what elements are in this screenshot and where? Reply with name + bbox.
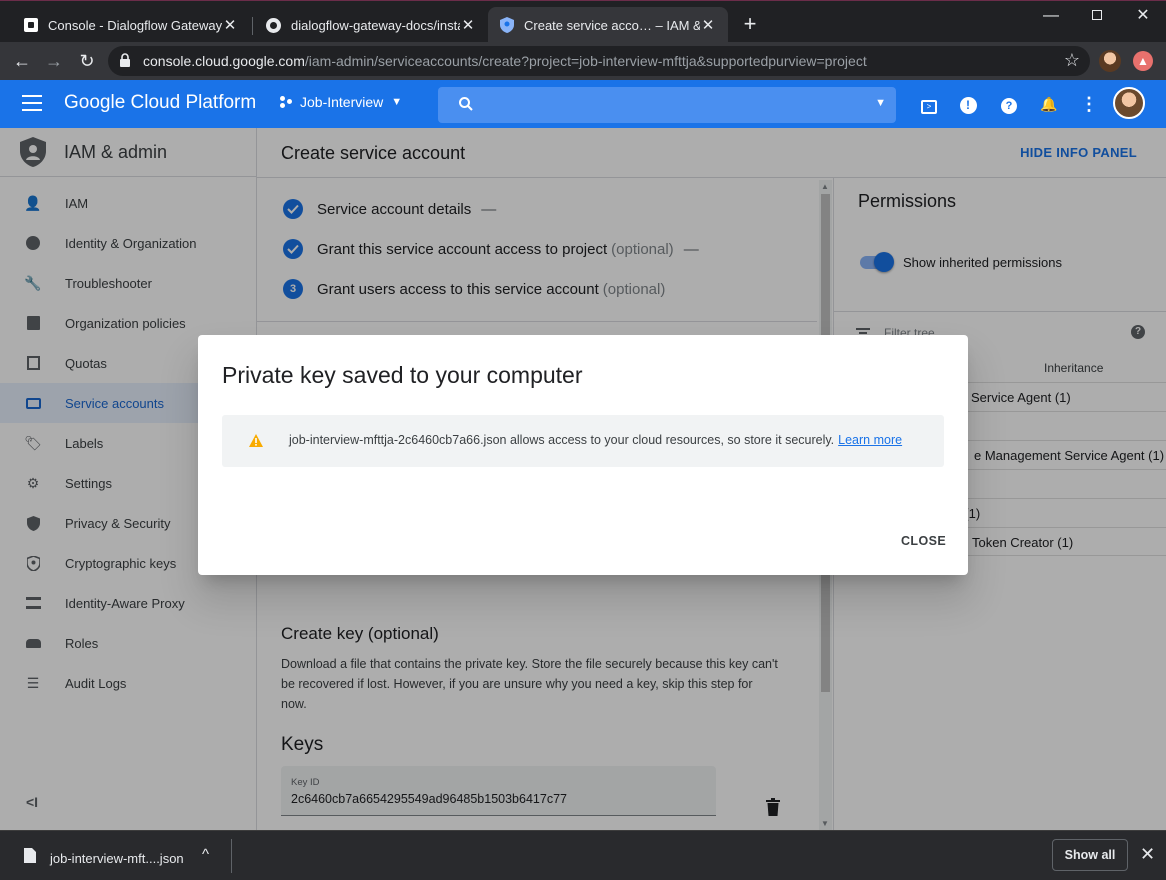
- lock-icon: [120, 53, 130, 67]
- tab-separator: [252, 17, 253, 35]
- url-host: console.cloud.google.com: [143, 53, 305, 69]
- bookmark-star-icon[interactable]: ☆: [1064, 50, 1080, 71]
- close-tab-icon[interactable]: ✕: [700, 17, 716, 34]
- close-dialog-button[interactable]: CLOSE: [901, 534, 946, 548]
- browser-toolbar: ← → ↻ console.cloud.google.com/iam-admin…: [0, 42, 1166, 80]
- tab-title: Console - Dialogflow Gateway: [48, 17, 222, 33]
- show-all-downloads-button[interactable]: Show all: [1052, 839, 1128, 871]
- help-icon[interactable]: ?: [999, 94, 1019, 114]
- more-vert-icon[interactable]: ⋮: [1079, 94, 1099, 114]
- download-file-name[interactable]: job-interview-mft....json: [50, 851, 184, 866]
- browser-tab-github-docs[interactable]: dialogflow-gateway-docs/installa ✕: [254, 7, 488, 43]
- download-shelf: job-interview-mft....json ^ Show all ✕: [0, 830, 1166, 880]
- browser-profile-avatar[interactable]: [1099, 50, 1121, 72]
- reload-icon[interactable]: ↻: [75, 49, 99, 73]
- close-tab-icon[interactable]: ✕: [460, 17, 476, 34]
- back-arrow-icon[interactable]: ←: [10, 49, 34, 73]
- file-icon: [24, 848, 36, 863]
- dialog-title: Private key saved to your computer: [222, 362, 583, 388]
- address-bar[interactable]: console.cloud.google.com/iam-admin/servi…: [108, 46, 1090, 76]
- search-input[interactable]: ▼: [438, 87, 896, 123]
- dialogflow-favicon-icon: [24, 18, 38, 32]
- cloud-shell-icon[interactable]: >: [919, 94, 939, 114]
- feedback-icon[interactable]: !: [958, 94, 978, 114]
- browser-tab-dialogflow-console[interactable]: Console - Dialogflow Gateway ✕: [12, 7, 250, 43]
- search-dropdown-icon[interactable]: ▼: [875, 97, 886, 109]
- tab-title: dialogflow-gateway-docs/installa: [291, 17, 460, 33]
- hamburger-menu-icon[interactable]: [22, 95, 42, 111]
- gcp-logo[interactable]: Google Cloud Platform: [64, 92, 256, 114]
- project-name: Job-Interview: [300, 94, 384, 110]
- minimize-window-icon[interactable]: —: [1028, 5, 1074, 27]
- gcp-header: Google Cloud Platform Job-Interview ▼ ▼ …: [0, 80, 1166, 128]
- learn-more-link[interactable]: Learn more: [838, 433, 902, 447]
- close-window-icon[interactable]: ✕: [1120, 5, 1166, 27]
- account-avatar[interactable]: [1113, 87, 1145, 119]
- new-tab-button[interactable]: +: [738, 13, 762, 37]
- browser-tab-create-service-account[interactable]: Create service acco… – IAM & ad ✕: [488, 7, 728, 43]
- warning-icon: [249, 434, 263, 447]
- warning-message: job-interview-mfttja-2c6460cb7a66.json a…: [289, 433, 835, 447]
- tab-title: Create service acco… – IAM & ad: [524, 17, 700, 33]
- project-hex-icon: [280, 96, 292, 108]
- search-icon: [459, 97, 473, 111]
- maximize-window-icon[interactable]: [1074, 5, 1120, 27]
- url-path: /iam-admin/serviceaccounts/create?projec…: [304, 53, 867, 69]
- extension-icon[interactable]: ▲: [1133, 51, 1153, 71]
- shield-favicon-icon: [500, 17, 514, 33]
- forward-arrow-icon[interactable]: →: [42, 49, 66, 73]
- github-icon: [266, 17, 281, 33]
- project-picker[interactable]: Job-Interview ▼: [280, 94, 402, 110]
- notifications-bell-icon[interactable]: 🔔: [1039, 94, 1059, 114]
- browser-tab-bar: Console - Dialogflow Gateway ✕ dialogflo…: [0, 0, 1166, 43]
- close-tab-icon[interactable]: ✕: [222, 17, 238, 34]
- chevron-down-icon: ▼: [391, 96, 403, 108]
- url-text: console.cloud.google.com/iam-admin/servi…: [143, 53, 867, 69]
- private-key-saved-dialog: Private key saved to your computer job-i…: [198, 335, 968, 575]
- warning-text: job-interview-mfttja-2c6460cb7a66.json a…: [289, 433, 902, 447]
- warning-banner: job-interview-mfttja-2c6460cb7a66.json a…: [222, 415, 944, 467]
- chevron-up-icon[interactable]: ^: [202, 846, 209, 863]
- divider: [231, 839, 232, 873]
- close-shelf-icon[interactable]: ✕: [1140, 844, 1155, 865]
